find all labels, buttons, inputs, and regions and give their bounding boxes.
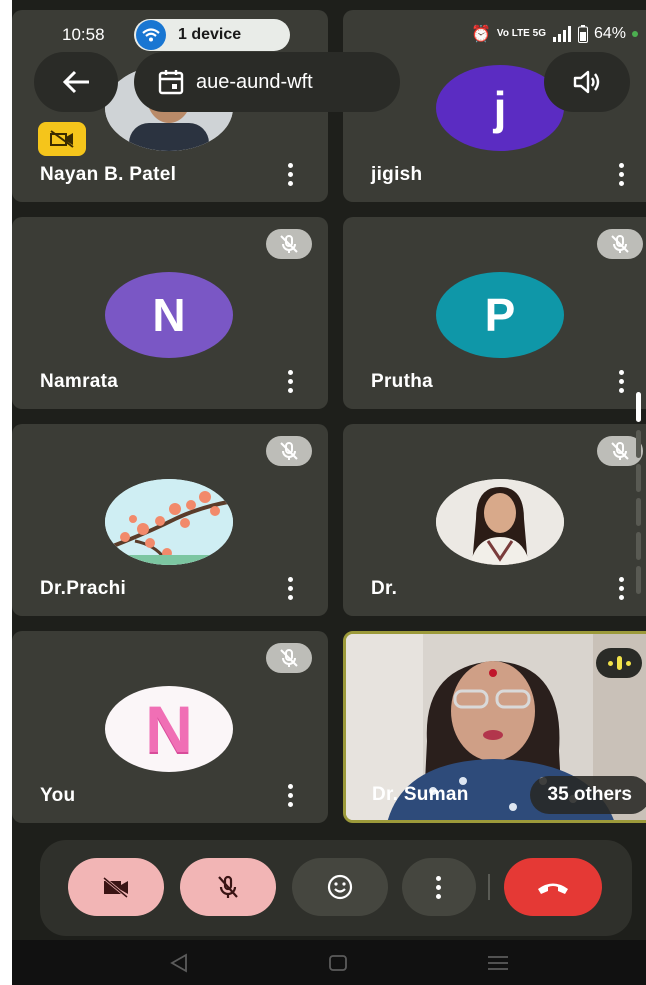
avatar: N — [105, 272, 233, 358]
more-options-icon[interactable] — [615, 577, 627, 601]
end-call-button[interactable] — [504, 858, 602, 916]
camera-off-icon — [103, 876, 128, 898]
participant-tile-dr-suman[interactable]: Dr. Suman 35 others — [343, 631, 646, 823]
connected-device-pill[interactable]: 1 device — [134, 19, 290, 51]
scrollbar-segment — [636, 464, 641, 492]
signal-icon — [552, 26, 571, 42]
more-options-icon[interactable] — [284, 163, 296, 187]
more-options-icon[interactable] — [615, 370, 627, 394]
participant-name: Namrata — [40, 371, 119, 392]
video-off-icon — [50, 130, 74, 148]
status-bar: 10:58 1 device ⏰ Vo LTE 5G 64% — [12, 0, 646, 51]
privacy-indicator — [632, 31, 638, 37]
participant-photo — [436, 479, 564, 565]
nav-home-icon[interactable] — [327, 952, 349, 974]
participant-name: Dr. Suman — [372, 784, 469, 805]
alarm-icon: ⏰ — [470, 26, 491, 43]
participant-name: jigish — [371, 164, 423, 185]
camera-toggle-button[interactable] — [68, 858, 164, 916]
battery-icon — [577, 25, 588, 43]
participant-tile-you[interactable]: N You — [12, 631, 328, 823]
mic-off-icon — [611, 235, 629, 253]
scrollbar-segment — [636, 566, 641, 594]
mic-off-badge — [266, 436, 312, 466]
status-icons: ⏰ Vo LTE 5G 64% — [471, 24, 638, 44]
scrollbar-segment — [636, 498, 641, 526]
more-options-icon[interactable] — [615, 163, 627, 187]
scrollbar-thumb[interactable] — [636, 392, 641, 422]
scrollbar-segment — [636, 430, 641, 458]
others-count: 35 others — [547, 784, 632, 805]
participant-name: You — [40, 785, 76, 806]
mic-off-icon — [218, 875, 238, 898]
participant-name: Prutha — [371, 371, 433, 392]
mic-off-badge — [266, 643, 312, 673]
system-navigation-bar — [12, 940, 646, 985]
mic-off-badge — [266, 229, 312, 259]
participant-tile-prutha[interactable]: P Prutha — [343, 217, 646, 409]
calendar-icon — [158, 70, 184, 95]
speaking-indicator-icon — [596, 648, 642, 678]
audio-output-button[interactable] — [544, 52, 630, 112]
avatar-letter: j — [493, 82, 507, 134]
wifi-icon — [136, 20, 166, 50]
mic-toggle-button[interactable] — [180, 858, 276, 916]
reactions-button[interactable] — [292, 858, 388, 916]
participant-tile-dr[interactable]: Dr. — [343, 424, 646, 616]
participant-name: Dr.Prachi — [40, 578, 127, 599]
avatar-letter: P — [484, 289, 516, 341]
meet-screen: Nayan B. Patel j jigish N Namrata P Prut… — [12, 0, 646, 985]
camera-off-badge — [38, 122, 86, 156]
nav-back-icon[interactable] — [168, 952, 190, 974]
avatar — [105, 479, 233, 565]
more-options-icon — [436, 875, 442, 899]
blossom-picture — [105, 479, 233, 565]
meeting-info-button[interactable]: aue-aund-wft — [134, 52, 400, 112]
mic-off-icon — [280, 235, 298, 253]
others-overflow-button[interactable]: 35 others — [529, 776, 646, 814]
mic-off-icon — [280, 442, 298, 460]
device-count: 1 device — [178, 26, 242, 43]
back-arrow-icon — [62, 70, 89, 94]
avatar-letter: N — [152, 289, 186, 341]
avatar: N — [105, 686, 233, 772]
meeting-code: aue-aund-wft — [196, 70, 313, 93]
more-options-icon[interactable] — [284, 370, 296, 394]
more-options-icon[interactable] — [284, 577, 296, 601]
reaction-icon — [327, 874, 353, 900]
more-options-button[interactable] — [402, 858, 476, 916]
end-call-icon — [538, 883, 568, 894]
mic-off-badge — [597, 229, 643, 259]
battery-percent: 64% — [593, 25, 626, 42]
avatar — [436, 479, 564, 565]
scrollbar-segment — [636, 532, 641, 560]
mic-off-icon — [280, 649, 298, 667]
participant-name: Dr. — [371, 578, 398, 599]
status-time: 10:58 — [62, 25, 105, 44]
nav-recents-icon[interactable] — [486, 952, 510, 974]
more-options-icon[interactable] — [284, 784, 296, 808]
call-controls-bar — [40, 840, 632, 936]
avatar: P — [436, 272, 564, 358]
speaker-icon — [573, 70, 600, 94]
participant-name: Nayan B. Patel — [40, 164, 177, 185]
avatar-letter: N — [145, 692, 193, 766]
participant-tile-dr-prachi[interactable]: Dr.Prachi — [12, 424, 328, 616]
mic-off-icon — [611, 442, 629, 460]
divider — [488, 874, 490, 900]
participant-tile-namrata[interactable]: N Namrata — [12, 217, 328, 409]
network-label: Vo LTE 5G — [496, 28, 546, 39]
back-button[interactable] — [34, 52, 118, 112]
